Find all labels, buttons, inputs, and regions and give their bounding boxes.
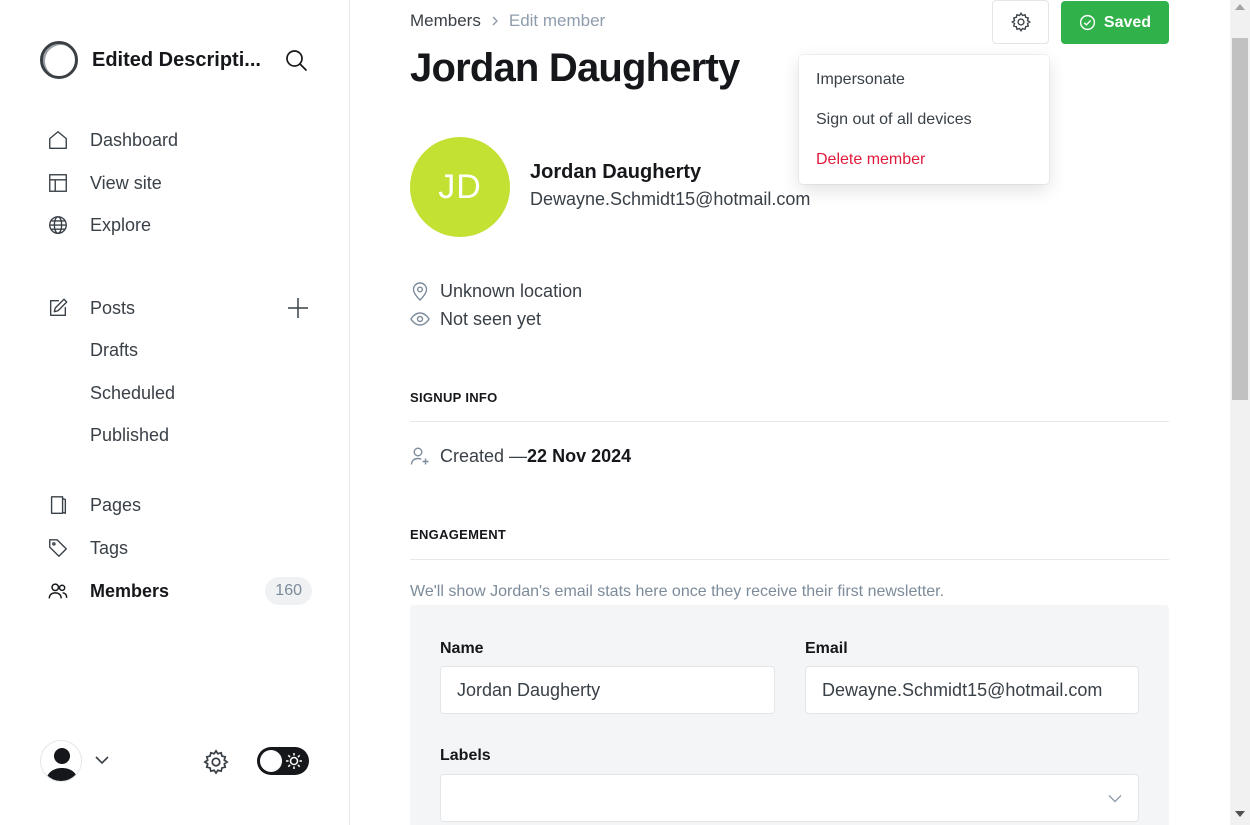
member-last-seen: Not seen yet xyxy=(410,307,541,331)
user-silhouette-icon xyxy=(46,748,78,781)
chevron-down-icon[interactable] xyxy=(92,750,112,770)
user-footer xyxy=(40,740,312,782)
sidebar: Edited Descripti... Dashboard View site … xyxy=(0,0,350,825)
page-title: Jordan Daugherty xyxy=(410,46,740,90)
scrollbar[interactable] xyxy=(1230,0,1250,825)
nav-dashboard-label: Dashboard xyxy=(90,129,179,150)
sun-icon xyxy=(286,753,302,769)
scroll-up-arrow-icon[interactable] xyxy=(1235,4,1245,10)
member-location: Unknown location xyxy=(410,279,582,303)
name-field-label: Name xyxy=(440,640,484,657)
globe-icon xyxy=(46,213,70,237)
toggle-knob xyxy=(260,750,282,772)
signup-info-heading: SIGNUP INFO xyxy=(410,390,498,405)
breadcrumb: Members Edit member xyxy=(410,11,605,31)
saved-button[interactable]: Saved xyxy=(1061,1,1169,44)
nav-dashboard[interactable]: Dashboard xyxy=(40,122,312,158)
gear-icon xyxy=(1010,12,1031,32)
sign-out-all-devices-menu-item[interactable]: Sign out of all devices xyxy=(799,100,1049,140)
labels-select[interactable] xyxy=(440,774,1139,822)
nav-pages[interactable]: Pages xyxy=(40,487,312,523)
member-settings-button[interactable] xyxy=(992,0,1049,44)
member-form: Name Jordan Daugherty Email Dewayne.Schm… xyxy=(410,605,1169,825)
members-count-badge: 160 xyxy=(265,577,312,605)
labels-field-label: Labels xyxy=(440,747,491,764)
member-name: Jordan Daugherty xyxy=(530,161,702,183)
nav-view-site[interactable]: View site xyxy=(40,165,312,201)
engagement-note: We'll show Jordan's email stats here onc… xyxy=(410,583,945,600)
search-icon[interactable] xyxy=(284,48,308,72)
member-last-seen-text: Not seen yet xyxy=(440,308,542,329)
site-title: Edited Descripti... xyxy=(92,48,261,71)
main-content: Members Edit member Jordan Daugherty Sav… xyxy=(350,0,1230,825)
nav-tags[interactable]: Tags xyxy=(40,530,312,566)
user-avatar[interactable] xyxy=(40,740,82,782)
email-field-label: Email xyxy=(805,640,848,657)
new-post-plus-icon[interactable] xyxy=(286,296,310,320)
nav-members[interactable]: Members 160 xyxy=(40,573,312,609)
breadcrumb-current: Edit member xyxy=(508,11,606,30)
site-brand[interactable]: Edited Descripti... xyxy=(40,40,307,80)
nav-posts[interactable]: Posts xyxy=(40,290,312,326)
nav-members-label: Members xyxy=(90,580,170,601)
scrollbar-thumb[interactable] xyxy=(1232,38,1248,400)
user-add-icon xyxy=(410,446,430,466)
check-circle-icon xyxy=(1079,14,1096,31)
nav-published[interactable]: Published xyxy=(90,420,169,450)
eye-icon xyxy=(410,309,430,329)
pages-icon xyxy=(46,493,70,517)
edit-icon xyxy=(46,296,70,320)
nav-drafts[interactable]: Drafts xyxy=(90,335,138,365)
site-logo-icon xyxy=(40,41,78,79)
nav-explore[interactable]: Explore xyxy=(40,207,312,243)
nav-posts-label: Posts xyxy=(90,297,136,318)
home-icon xyxy=(46,128,70,152)
email-input[interactable]: Dewayne.Schmidt15@hotmail.com xyxy=(805,666,1139,714)
member-created: Created — 22 Nov 2024 xyxy=(410,444,631,468)
member-initials: JD xyxy=(438,167,482,206)
engagement-heading: ENGAGEMENT xyxy=(410,527,507,542)
member-created-prefix: Created — xyxy=(440,445,528,466)
nav-pages-label: Pages xyxy=(90,494,142,515)
member-email: Dewayne.Schmidt15@hotmail.com xyxy=(530,189,811,209)
location-pin-icon xyxy=(410,281,430,301)
name-input[interactable]: Jordan Daugherty xyxy=(440,666,775,714)
chevron-right-icon xyxy=(492,16,498,26)
chevron-down-icon xyxy=(1108,795,1122,803)
theme-toggle[interactable] xyxy=(257,747,309,775)
breadcrumb-members-link[interactable]: Members xyxy=(410,11,481,31)
tag-icon xyxy=(46,536,70,560)
saved-button-label: Saved xyxy=(1103,13,1152,31)
member-settings-dropdown: Impersonate Sign out of all devices Dele… xyxy=(799,55,1049,184)
impersonate-menu-item[interactable]: Impersonate xyxy=(799,60,1049,100)
member-avatar: JD xyxy=(410,137,510,237)
member-created-date: 22 Nov 2024 xyxy=(527,445,632,466)
scroll-down-arrow-icon[interactable] xyxy=(1235,811,1245,817)
divider xyxy=(410,559,1169,560)
nav-tags-label: Tags xyxy=(90,537,129,558)
divider xyxy=(410,421,1169,422)
layout-icon xyxy=(46,171,70,195)
nav-scheduled[interactable]: Scheduled xyxy=(90,378,175,408)
nav-view-site-label: View site xyxy=(90,172,162,193)
member-location-text: Unknown location xyxy=(440,280,583,301)
nav-explore-label: Explore xyxy=(90,214,152,235)
delete-member-menu-item[interactable]: Delete member xyxy=(799,140,1049,180)
users-icon xyxy=(46,579,70,603)
settings-gear-icon[interactable] xyxy=(202,748,230,776)
